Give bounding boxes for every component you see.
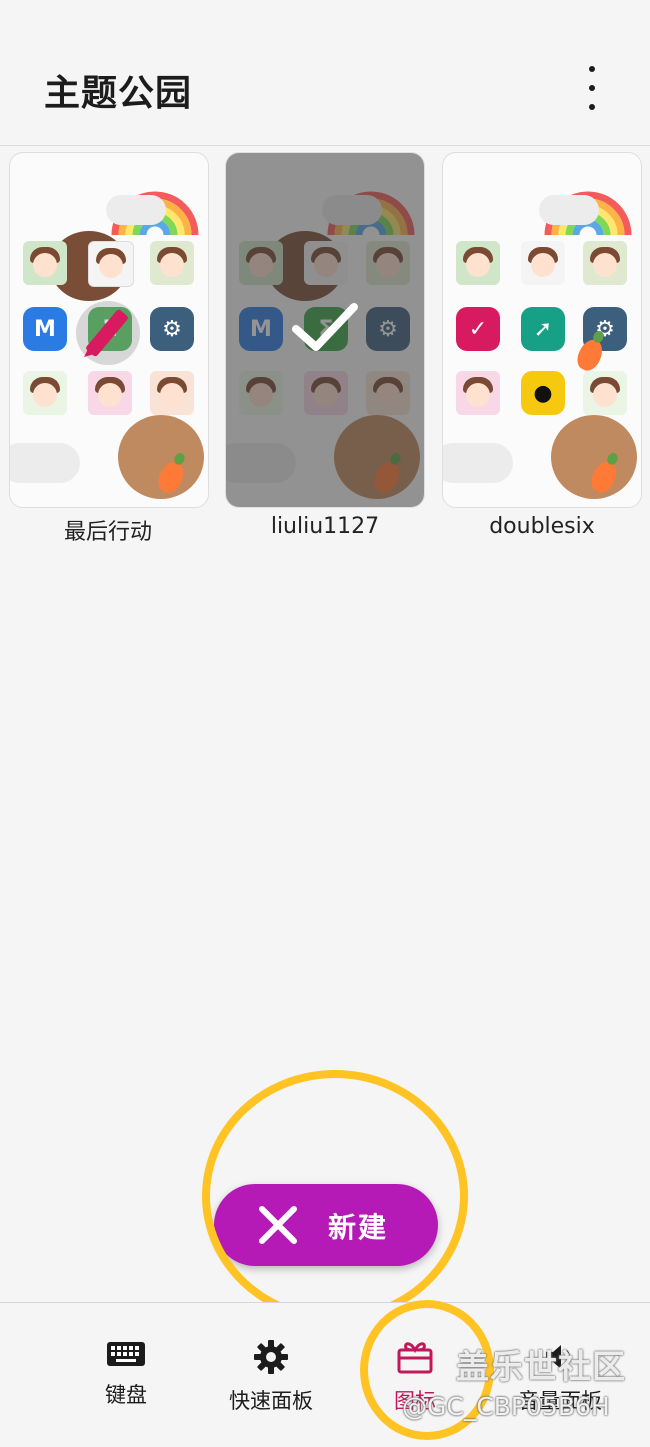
theme-label-2: liuliu1127 [270, 514, 380, 539]
nav-quick-panel[interactable]: 快速面板 [211, 1339, 331, 1429]
keyboard-icon [107, 1342, 145, 1366]
more-vert-icon[interactable] [576, 66, 608, 110]
tools-icon [259, 1206, 297, 1244]
theme-grid: M Σ ⚙ 最后行动 M Σ ⚙ [0, 152, 650, 552]
theme-card-1[interactable]: M Σ ⚙ [9, 152, 209, 508]
new-theme-label: 新建 [328, 1211, 389, 1244]
nav-keyboard-label: 键盘 [105, 1383, 147, 1407]
app-icon-penguin: ● [521, 371, 565, 415]
new-theme-button[interactable]: 新建 [214, 1184, 438, 1266]
theme-label-1: 最后行动 [63, 520, 152, 545]
app-icon-todo: ✓ [456, 307, 500, 351]
pencil-icon [76, 293, 146, 373]
app-bar: 主题公园 [0, 0, 650, 146]
theme-card-2[interactable]: M Σ ⚙ [225, 152, 425, 508]
watermark-community: 盖乐世社区 [456, 1347, 626, 1386]
app-icon-rocket: ➚ [521, 307, 565, 351]
watermark-handle: @GC_CBP05B6H [402, 1392, 610, 1421]
theme-label-3: doublesix [489, 514, 595, 539]
page-title: 主题公园 [44, 73, 193, 114]
gift-icon [397, 1342, 433, 1374]
nav-keyboard[interactable]: 键盘 [66, 1339, 186, 1429]
check-icon [292, 303, 358, 351]
app-icon-settings: ⚙ [150, 307, 194, 351]
nav-quick-panel-label: 快速面板 [229, 1389, 313, 1413]
gear-icon [254, 1340, 288, 1374]
theme-card-3[interactable]: ✓ ➚ ⚙ ● [442, 152, 642, 508]
app-icon-m: M [23, 307, 67, 351]
